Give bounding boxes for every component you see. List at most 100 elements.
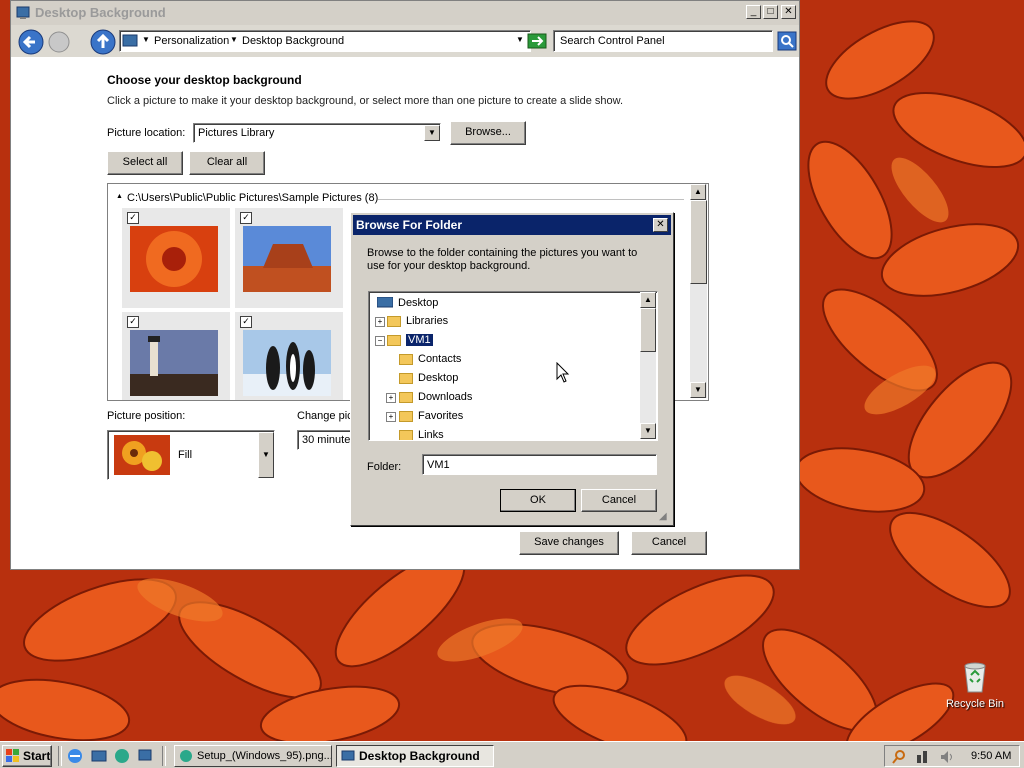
folder-input[interactable]: VM1 <box>422 454 657 475</box>
breadcrumb-personalization[interactable]: Personalization <box>154 35 229 47</box>
taskbar-task-desktop-background[interactable]: Desktop Background <box>336 745 494 767</box>
thumbnail-lighthouse[interactable]: ✓ <box>122 312 230 400</box>
scroll-up-icon[interactable]: ▲ <box>640 292 656 308</box>
folder-tree[interactable]: Desktop + Libraries − VM1 Contacts Deskt… <box>368 291 658 441</box>
picture-position-label: Picture position: <box>107 410 186 422</box>
breadcrumb-desktop-background[interactable]: Desktop Background <box>242 35 344 47</box>
start-label: Start <box>23 749 51 763</box>
search-icon[interactable] <box>777 31 797 51</box>
interval-value: 30 minutes <box>302 434 356 446</box>
ok-button[interactable]: OK <box>500 489 576 512</box>
address-dropdown-icon[interactable]: ▼ <box>516 35 524 44</box>
taskbar-task-setup[interactable]: Setup_(Windows_95).png... <box>174 745 332 767</box>
window-app-icon <box>16 6 30 19</box>
picture-location-value: Pictures Library <box>198 127 275 139</box>
tree-item-libraries[interactable]: Libraries <box>387 312 448 330</box>
dialog-title: Browse For Folder <box>356 218 463 232</box>
refresh-icon[interactable] <box>527 33 547 49</box>
tree-item-downloads[interactable]: Downloads <box>399 388 472 406</box>
thumbnail-chrysanthemum[interactable]: ✓ <box>122 208 230 308</box>
tree-item-desktop[interactable]: Desktop <box>376 294 439 312</box>
tree-item-desktop-sub[interactable]: Desktop <box>399 369 458 387</box>
image-viewer-icon <box>180 750 192 762</box>
select-all-button[interactable]: Select all <box>107 151 183 175</box>
minimize-button[interactable]: _ <box>746 5 761 19</box>
forward-icon[interactable] <box>47 30 71 54</box>
picture-location-select[interactable]: Pictures Library ▼ <box>193 123 441 143</box>
picture-group-header: C:\Users\Public\Public Pictures\Sample P… <box>127 192 379 204</box>
dialog-titlebar[interactable]: Browse For Folder ✕ <box>353 215 671 235</box>
clear-all-button[interactable]: Clear all <box>189 151 265 175</box>
browse-button[interactable]: Browse... <box>450 121 526 145</box>
folder-tree-scrollbar[interactable]: ▲ ▼ <box>640 292 656 439</box>
recycle-bin[interactable]: Recycle Bin <box>940 660 1010 716</box>
picture-list-scrollbar[interactable]: ▲ ▼ <box>690 184 707 398</box>
scroll-down-icon[interactable]: ▼ <box>690 382 706 398</box>
tree-item-vm1[interactable]: VM1 <box>387 331 433 349</box>
expand-icon[interactable]: + <box>386 393 396 403</box>
cancel-button[interactable]: Cancel <box>631 531 707 555</box>
scroll-down-icon[interactable]: ▼ <box>640 423 656 439</box>
volume-icon[interactable] <box>939 749 955 765</box>
show-desktop-icon[interactable] <box>91 748 107 764</box>
picture-location-label: Picture location: <box>107 127 186 139</box>
control-panel-icon <box>341 750 355 761</box>
navigation-bar: ▼ Personalization ▼ Desktop Background ▼… <box>11 25 799 57</box>
tree-item-links[interactable]: Links <box>399 426 444 440</box>
search-tray-icon[interactable] <box>891 749 907 765</box>
desktop-icon <box>376 296 394 308</box>
checkbox[interactable]: ✓ <box>240 316 252 328</box>
user-folder-icon <box>387 334 401 346</box>
checkbox[interactable]: ✓ <box>240 212 252 224</box>
page-description: Click a picture to make it your desktop … <box>107 95 624 107</box>
tree-item-label: VM1 <box>406 334 433 346</box>
task-label: Setup_(Windows_95).png... <box>197 750 332 762</box>
up-icon[interactable] <box>89 28 117 56</box>
checkbox[interactable]: ✓ <box>127 212 139 224</box>
clock[interactable]: 9:50 AM <box>971 750 1011 762</box>
tree-item-label: Libraries <box>406 315 449 327</box>
network-icon[interactable] <box>137 748 153 764</box>
expand-icon[interactable]: + <box>386 412 396 422</box>
picture-position-select[interactable]: Fill ▼ <box>107 430 275 480</box>
folder-label: Folder: <box>367 461 402 473</box>
expand-icon[interactable]: + <box>375 317 385 327</box>
maximize-button[interactable]: □ <box>763 5 778 19</box>
libraries-icon <box>387 315 401 327</box>
dialog-cancel-button[interactable]: Cancel <box>581 489 657 512</box>
thumbnail-desert[interactable]: ✓ <box>235 208 343 308</box>
tree-item-favorites[interactable]: Favorites <box>399 407 463 425</box>
windows-logo-icon <box>6 749 19 762</box>
address-bar[interactable]: ▼ Personalization ▼ Desktop Background ▼ <box>119 30 531 52</box>
taskbar: Start Setup_(Windows_95).png... Desktop … <box>0 741 1024 768</box>
system-tray: 9:50 AM <box>884 745 1020 767</box>
chevron-down-icon[interactable]: ▼ <box>258 432 274 478</box>
task-label: Desktop Background <box>359 749 480 763</box>
thumbnail-penguins[interactable]: ✓ <box>235 312 343 400</box>
search-input[interactable]: Search Control Panel <box>553 30 773 52</box>
tree-item-contacts[interactable]: Contacts <box>399 350 461 368</box>
chevron-down-icon[interactable]: ▼ <box>424 125 440 141</box>
lighthouse-image <box>130 330 218 396</box>
network-tray-icon[interactable] <box>915 749 931 765</box>
folder-input-value: VM1 <box>427 459 450 471</box>
start-button[interactable]: Start <box>2 745 52 767</box>
save-changes-button[interactable]: Save changes <box>519 531 619 555</box>
control-panel-icon <box>122 34 138 47</box>
close-button[interactable]: ✕ <box>781 5 796 19</box>
dialog-description: Browse to the folder containing the pict… <box>367 247 638 272</box>
window-titlebar[interactable]: Desktop Background _ □ ✕ <box>11 1 799 25</box>
dialog-close-button[interactable]: ✕ <box>653 218 668 232</box>
checkbox[interactable]: ✓ <box>127 316 139 328</box>
scroll-thumb[interactable] <box>690 200 707 284</box>
recycle-bin-icon <box>964 662 986 693</box>
back-icon[interactable] <box>17 28 45 56</box>
scroll-thumb[interactable] <box>640 308 656 352</box>
scroll-up-icon[interactable]: ▲ <box>690 184 706 200</box>
resize-grip-icon[interactable]: ◢ <box>659 511 667 522</box>
internet-explorer-icon[interactable] <box>67 748 83 764</box>
collapse-icon[interactable]: − <box>375 336 385 346</box>
tree-item-label: Favorites <box>418 410 464 422</box>
tree-item-label: Desktop <box>398 297 439 309</box>
media-player-icon[interactable] <box>114 748 130 764</box>
